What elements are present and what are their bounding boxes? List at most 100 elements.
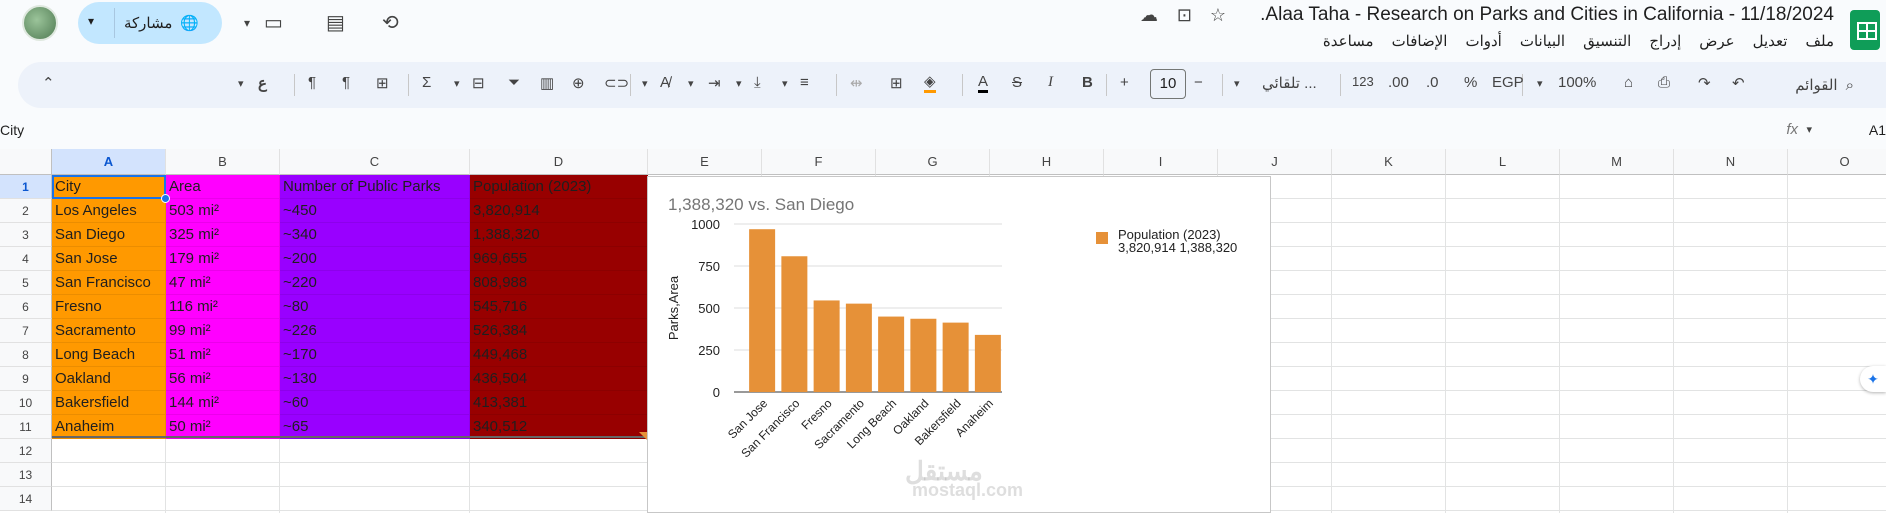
row-header-6[interactable]: 6 bbox=[0, 295, 52, 319]
row-header-1[interactable]: 1 bbox=[0, 175, 52, 199]
table-icon[interactable]: ⊞ bbox=[376, 74, 389, 92]
name-box-dropdown-icon[interactable]: ▾ bbox=[1806, 123, 1812, 136]
row-header-12[interactable]: 12 bbox=[0, 439, 52, 463]
column-header-j[interactable]: J bbox=[1218, 149, 1332, 175]
data-cell[interactable]: ~340 bbox=[280, 223, 470, 247]
data-cell[interactable]: ~80 bbox=[280, 295, 470, 319]
data-cell[interactable]: 969,655 bbox=[470, 247, 648, 271]
input-tools-dropdown-icon[interactable]: ▾ bbox=[238, 77, 244, 90]
comments-icon[interactable]: ▤ bbox=[326, 10, 345, 35]
bar-long-beach[interactable] bbox=[878, 316, 905, 392]
data-cell[interactable]: Fresno bbox=[52, 295, 166, 319]
column-header-l[interactable]: L bbox=[1446, 149, 1560, 175]
text-color-button[interactable]: A bbox=[978, 74, 989, 93]
row-header-13[interactable]: 13 bbox=[0, 463, 52, 487]
explore-side-icon[interactable]: ✦ bbox=[1860, 366, 1886, 392]
data-cell[interactable]: ~220 bbox=[280, 271, 470, 295]
paint-format-icon[interactable]: ⌂ bbox=[1624, 74, 1633, 91]
column-header-k[interactable]: K bbox=[1332, 149, 1446, 175]
column-header-c[interactable]: C bbox=[280, 149, 470, 175]
header-cell[interactable]: Population (2023) bbox=[470, 175, 648, 199]
more-formats[interactable]: 123 bbox=[1352, 74, 1374, 89]
name-box[interactable]: A1 bbox=[1869, 122, 1886, 138]
sheets-logo-icon[interactable] bbox=[1850, 10, 1880, 50]
data-cell[interactable]: 413,381 bbox=[470, 391, 648, 415]
header-cell[interactable]: Number of Public Parks bbox=[280, 175, 470, 199]
column-header-o[interactable]: O bbox=[1788, 149, 1886, 175]
percent-format[interactable]: % bbox=[1464, 74, 1477, 91]
data-cell[interactable]: 503 mi² bbox=[166, 199, 280, 223]
data-cell[interactable]: Long Beach bbox=[52, 343, 166, 367]
data-cell[interactable]: San Jose bbox=[52, 247, 166, 271]
data-cell[interactable]: 47 mi² bbox=[166, 271, 280, 295]
data-cell[interactable]: ~60 bbox=[280, 391, 470, 415]
column-header-g[interactable]: G bbox=[876, 149, 990, 175]
share-dropdown-icon[interactable]: ▾ bbox=[88, 14, 94, 28]
user-avatar[interactable] bbox=[22, 5, 58, 41]
meet-dropdown-icon[interactable]: ▾ bbox=[244, 16, 250, 30]
bold-button[interactable]: B bbox=[1082, 74, 1093, 91]
row-header-8[interactable]: 8 bbox=[0, 343, 52, 367]
menu-view[interactable]: عرض bbox=[1699, 32, 1734, 50]
bar-san-francisco[interactable] bbox=[781, 256, 808, 392]
font-size-increase[interactable]: + bbox=[1120, 74, 1129, 91]
rotation-dropdown-icon[interactable]: ▾ bbox=[642, 77, 648, 90]
menu-extensions[interactable]: الإضافات bbox=[1392, 32, 1448, 50]
insert-chart-icon[interactable]: ▥ bbox=[540, 74, 554, 92]
data-cell[interactable]: 51 mi² bbox=[166, 343, 280, 367]
column-header-h[interactable]: H bbox=[990, 149, 1104, 175]
row-header-9[interactable]: 9 bbox=[0, 367, 52, 391]
column-header-i[interactable]: I bbox=[1104, 149, 1218, 175]
collapse-toolbar-icon[interactable]: ⌃ bbox=[42, 74, 55, 92]
data-cell[interactable]: San Francisco bbox=[52, 271, 166, 295]
share-button[interactable]: ▾ مشاركة 🌐 bbox=[78, 2, 222, 44]
bar-sacramento[interactable] bbox=[845, 303, 872, 392]
row-header-4[interactable]: 4 bbox=[0, 247, 52, 271]
data-cell[interactable]: ~200 bbox=[280, 247, 470, 271]
undo-icon[interactable]: ↶ bbox=[1732, 74, 1745, 92]
print-icon[interactable]: ⎙ bbox=[1658, 74, 1670, 91]
redo-icon[interactable]: ↷ bbox=[1698, 74, 1711, 92]
column-header-d[interactable]: D bbox=[470, 149, 648, 175]
data-cell[interactable]: Los Angeles bbox=[52, 199, 166, 223]
menu-insert[interactable]: إدراج bbox=[1649, 32, 1681, 50]
ltr-icon[interactable]: ¶ bbox=[308, 74, 316, 91]
vertical-align-icon[interactable]: ⤓ bbox=[754, 74, 761, 91]
data-cell[interactable]: ~450 bbox=[280, 199, 470, 223]
cloud-status-icon[interactable]: ☁ bbox=[1140, 5, 1158, 26]
bar-fresno[interactable] bbox=[813, 300, 840, 392]
text-rotation-icon[interactable]: A̸ bbox=[660, 74, 670, 91]
menu-edit[interactable]: تعديل bbox=[1753, 32, 1788, 50]
filter-views-icon[interactable]: ⊟ bbox=[472, 74, 485, 92]
menu-file[interactable]: ملف bbox=[1805, 32, 1834, 50]
data-cell[interactable]: Bakersfield bbox=[52, 391, 166, 415]
data-cell[interactable]: ~170 bbox=[280, 343, 470, 367]
strikethrough-button[interactable]: S bbox=[1012, 74, 1022, 91]
bar-anaheim[interactable] bbox=[974, 334, 1001, 392]
menu-help[interactable]: مساعدة bbox=[1323, 32, 1374, 50]
data-cell[interactable]: 545,716 bbox=[470, 295, 648, 319]
insert-link-icon[interactable]: ⊂⊃ bbox=[604, 74, 629, 92]
filter-icon[interactable]: ⏷ bbox=[508, 74, 520, 91]
data-cell[interactable]: 436,504 bbox=[470, 367, 648, 391]
data-cell[interactable]: 526,384 bbox=[470, 319, 648, 343]
wrap-dropdown-icon[interactable]: ▾ bbox=[688, 77, 694, 90]
horizontal-align-icon[interactable]: ≡ bbox=[800, 74, 809, 91]
row-header-5[interactable]: 5 bbox=[0, 271, 52, 295]
data-cell[interactable]: 144 mi² bbox=[166, 391, 280, 415]
data-cell[interactable]: 1,388,320 bbox=[470, 223, 648, 247]
menu-format[interactable]: التنسيق bbox=[1583, 32, 1631, 50]
text-wrap-icon[interactable]: ⇥ bbox=[708, 74, 721, 92]
data-cell[interactable]: 56 mi² bbox=[166, 367, 280, 391]
history-icon[interactable]: ⟲ bbox=[382, 10, 399, 35]
data-cell[interactable]: 808,988 bbox=[470, 271, 648, 295]
fill-color-icon[interactable]: ◈ bbox=[924, 74, 936, 93]
input-tools-icon[interactable]: ع bbox=[258, 74, 267, 92]
data-cell[interactable]: 3,820,914 bbox=[470, 199, 648, 223]
row-header-2[interactable]: 2 bbox=[0, 199, 52, 223]
decrease-decimal[interactable]: .0 bbox=[1426, 74, 1439, 91]
data-cell[interactable]: San Diego bbox=[52, 223, 166, 247]
column-header-a[interactable]: A bbox=[52, 149, 166, 175]
fill-handle[interactable] bbox=[161, 194, 170, 203]
data-cell[interactable]: 325 mi² bbox=[166, 223, 280, 247]
